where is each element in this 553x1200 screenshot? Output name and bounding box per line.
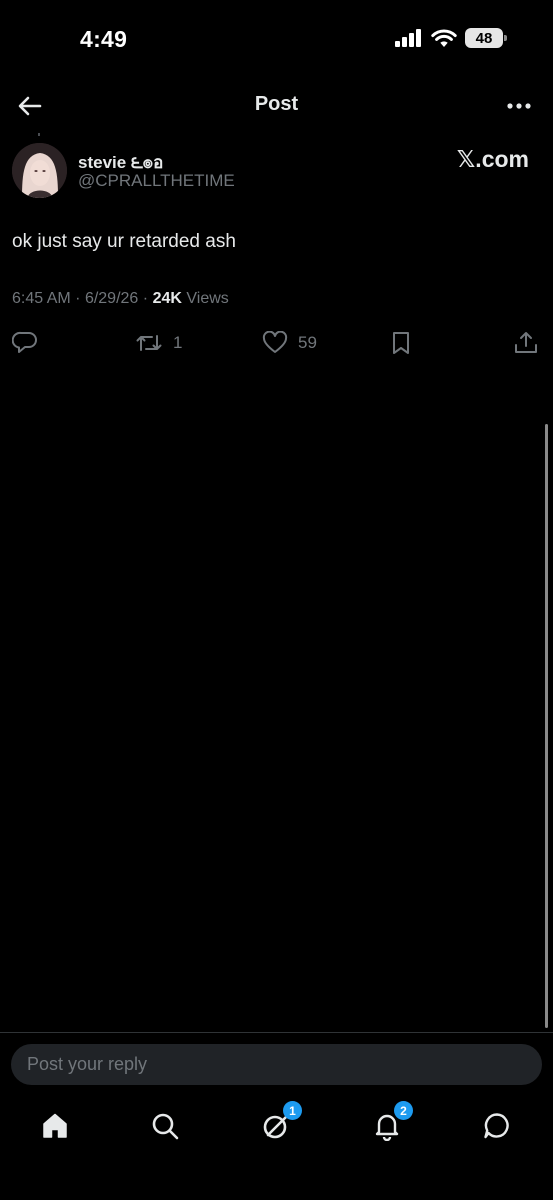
like-icon [262,331,288,353]
avatar[interactable] [12,143,67,198]
author-handle[interactable]: @CPRALLTHETIME [78,171,235,191]
share-icon [515,332,537,353]
bookmark-button[interactable] [389,328,413,358]
post-time: 6:45 AM [12,290,71,307]
signal-icon [395,29,421,47]
tab-messages[interactable] [479,1108,515,1144]
status-time: 4:49 [80,26,128,52]
reply-input[interactable] [11,1044,542,1085]
share-button[interactable] [513,328,539,358]
messages-icon [484,1113,509,1139]
meta-separator: · [75,290,85,307]
wifi-icon [431,29,457,47]
tab-search[interactable] [147,1108,183,1144]
more-icon [507,103,531,109]
bottom-tab-bar: 1 2 [0,1100,553,1160]
source-watermark: 𝕏.com [456,146,529,172]
repost-icon [136,335,162,351]
top-nav: Post [0,84,553,128]
post-date[interactable]: 6/29/26 [85,290,138,307]
post-actions: 1 59 [0,328,553,358]
tab-home[interactable] [37,1108,73,1144]
thread-connector [38,133,40,136]
search-icon [152,1113,179,1140]
battery-indicator: 48 [465,28,507,48]
grok-badge: 1 [283,1101,302,1120]
like-count: 59 [298,333,317,352]
tab-notifications[interactable]: 2 [369,1101,413,1144]
post-meta: 6:45 AM · 6/29/26 · 24K Views [12,290,229,308]
reply-button[interactable] [12,328,38,358]
status-bar: 4:49 48 [0,0,553,80]
page-title: Post [254,93,299,115]
views-label: Views [186,290,229,307]
status-icons: 48 [395,28,507,48]
home-icon [43,1113,67,1138]
divider [0,1032,553,1033]
avatar-image [12,143,67,198]
reply-icon [12,331,37,353]
scrollbar[interactable] [545,424,548,1028]
tab-grok[interactable]: 1 [258,1101,302,1144]
meta-separator: · [142,290,153,307]
views-count: 24K [152,290,182,307]
notifications-badge: 2 [394,1101,413,1120]
like-button[interactable]: 59 [262,328,317,358]
bookmark-icon [393,332,409,354]
repost-count: 1 [173,333,183,352]
repost-button[interactable]: 1 [135,328,182,358]
more-options-button[interactable] [505,92,535,120]
post-text: ok just say ur retarded ash [12,231,236,252]
